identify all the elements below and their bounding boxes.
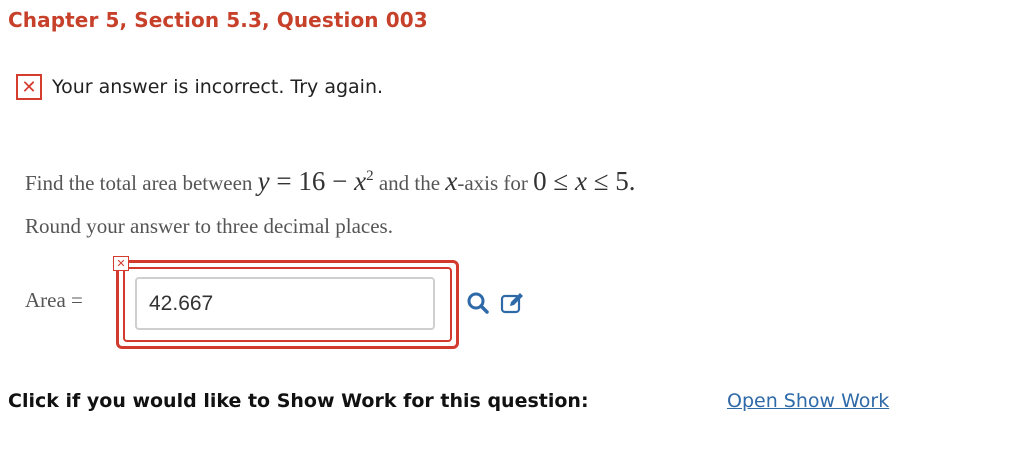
range-expression: 0 ≤ x ≤ 5. xyxy=(533,166,635,196)
axis-variable: x xyxy=(445,166,458,196)
round-instruction: Round your answer to three decimal place… xyxy=(25,214,393,238)
feedback-text: Your answer is incorrect. Try again. xyxy=(52,76,384,98)
question-prompt: Find the total area between y = 16 − x2 … xyxy=(25,166,636,197)
range-period: . xyxy=(628,166,636,196)
range-variable: x xyxy=(574,166,587,196)
eq-exponent: 2 xyxy=(366,168,374,184)
eq-x: x xyxy=(354,166,367,196)
prompt-and-the: and the xyxy=(373,171,446,195)
pencil-edit-icon[interactable] xyxy=(500,290,526,316)
feedback-message: ✕ Your answer is incorrect. Try again. xyxy=(16,72,383,102)
prompt-axis-for: -axis for xyxy=(457,171,534,195)
question-title: Chapter 5, Section 5.3, Question 003 xyxy=(8,8,428,32)
open-show-work-link[interactable]: Open Show Work xyxy=(727,390,889,412)
equation: y = 16 − x2 xyxy=(258,166,374,196)
eq-equals: = 16 − xyxy=(269,166,355,196)
incorrect-x-icon: ✕ xyxy=(16,74,42,100)
area-label: Area = xyxy=(25,288,83,312)
area-answer-input[interactable] xyxy=(135,277,435,330)
range-upper: ≤ 5 xyxy=(586,166,629,196)
eq-y: y xyxy=(257,166,270,196)
error-x-icon: ✕ xyxy=(113,256,129,271)
prompt-find-text: Find the total area between xyxy=(25,171,253,195)
show-work-prompt: Click if you would like to Show Work for… xyxy=(8,390,589,412)
magnifier-icon[interactable] xyxy=(465,290,491,316)
range-lower: 0 ≤ xyxy=(533,166,575,196)
